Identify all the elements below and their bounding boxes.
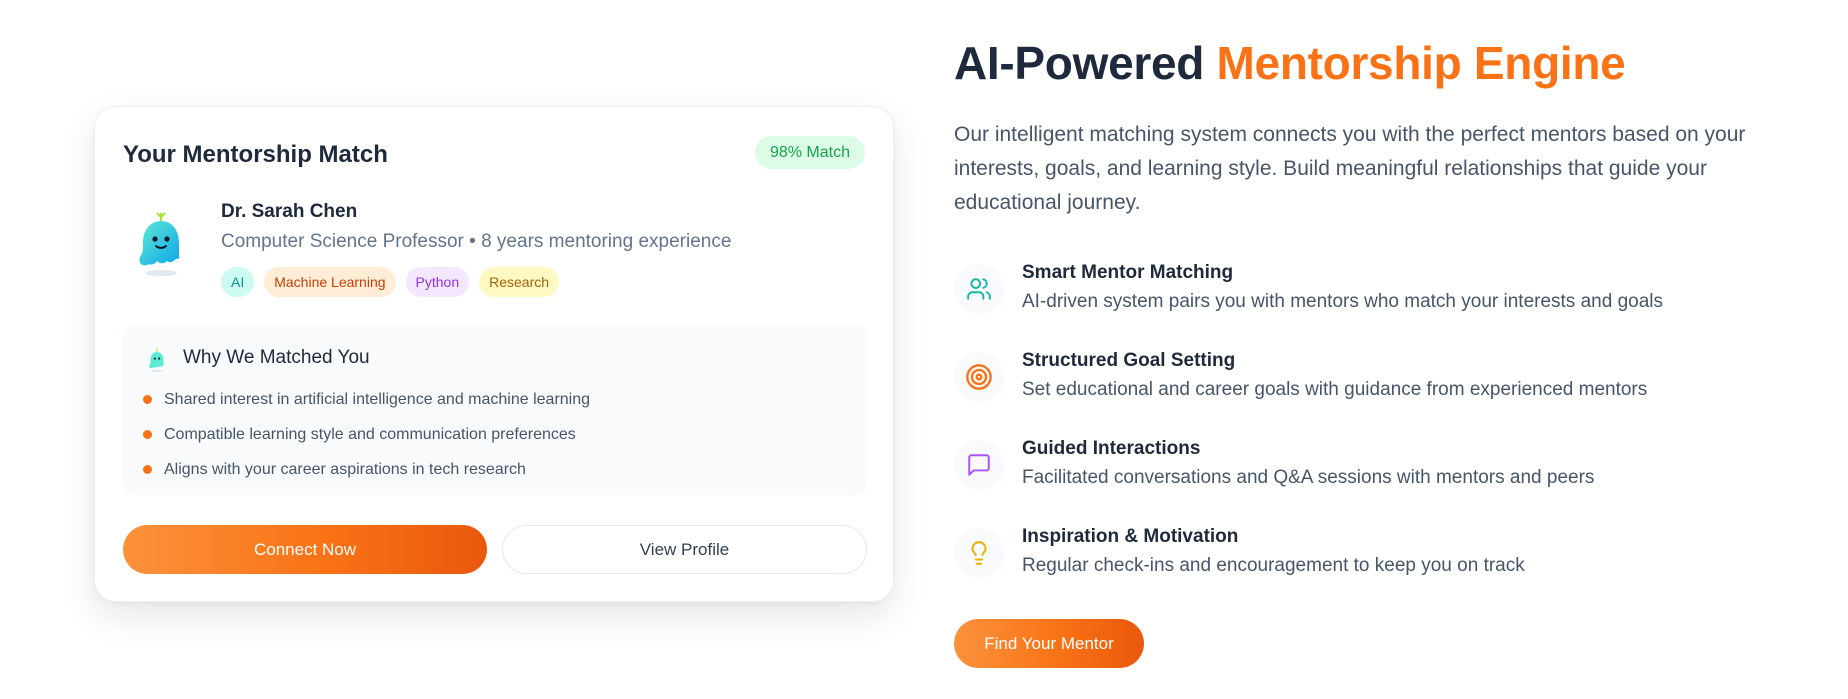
feature-description: Set educational and career goals with gu… xyxy=(1022,379,1648,400)
list-item: Compatible learning style and communicat… xyxy=(143,417,590,452)
title-accent: Mentorship Engine xyxy=(1216,37,1626,89)
page: Your Mentorship Match 98% Match Dr. Sara… xyxy=(0,0,1848,699)
feature-inspiration: Inspiration & Motivation Regular check-i… xyxy=(954,522,1774,610)
title-main: AI-Powered xyxy=(954,37,1217,89)
feature-title: Guided Interactions xyxy=(1022,438,1201,459)
bullet-dot xyxy=(143,395,152,404)
message-square-icon xyxy=(954,440,1004,490)
mentorship-match-card: Your Mentorship Match 98% Match Dr. Sara… xyxy=(94,106,894,602)
feature-smart-matching: Smart Mentor Matching AI-driven system p… xyxy=(954,258,1774,346)
match-reasons-list: Shared interest in artificial intelligen… xyxy=(143,382,590,487)
tag-python: Python xyxy=(405,267,470,297)
ghost-mascot-small-icon xyxy=(145,347,169,373)
reason-text: Compatible learning style and communicat… xyxy=(164,425,576,443)
feature-title: Inspiration & Motivation xyxy=(1022,526,1239,547)
view-profile-button[interactable]: View Profile xyxy=(502,525,867,574)
hero-description: Our intelligent matching system connects… xyxy=(954,123,1746,214)
mentor-name: Dr. Sarah Chen xyxy=(221,201,358,222)
lightbulb-icon xyxy=(954,528,1004,578)
tag-machine-learning: Machine Learning xyxy=(264,267,396,297)
why-matched-title: Why We Matched You xyxy=(183,347,370,368)
target-icon xyxy=(954,352,1004,402)
feature-description: Regular check-ins and encouragement to k… xyxy=(1022,555,1525,576)
tag-research: Research xyxy=(479,267,560,297)
bullet-dot xyxy=(143,465,152,474)
card-title: Your Mentorship Match xyxy=(123,141,388,168)
feature-description: AI-driven system pairs you with mentors … xyxy=(1022,291,1663,312)
ghost-mascot-icon xyxy=(131,207,191,279)
users-icon xyxy=(954,264,1004,314)
list-item: Shared interest in artificial intelligen… xyxy=(143,382,590,417)
list-item: Aligns with your career aspirations in t… xyxy=(143,452,590,487)
page-title: AI-Powered Mentorship Engine xyxy=(954,36,1626,90)
tag-ai: AI xyxy=(221,267,255,297)
find-your-mentor-button[interactable]: Find Your Mentor xyxy=(954,619,1144,668)
feature-guided-interactions: Guided Interactions Facilitated conversa… xyxy=(954,434,1774,522)
feature-description: Facilitated conversations and Q&A sessio… xyxy=(1022,467,1595,488)
interest-tags: AI Machine Learning Python Research xyxy=(221,267,560,297)
connect-now-button[interactable]: Connect Now xyxy=(123,525,487,574)
bullet-dot xyxy=(143,430,152,439)
feature-list: Smart Mentor Matching AI-driven system p… xyxy=(954,258,1774,610)
feature-title: Structured Goal Setting xyxy=(1022,350,1236,371)
match-score-badge: 98% Match xyxy=(754,136,865,169)
feature-title: Smart Mentor Matching xyxy=(1022,262,1234,283)
why-matched-panel: Why We Matched You Shared interest in ar… xyxy=(123,325,867,495)
feature-goal-setting: Structured Goal Setting Set educational … xyxy=(954,346,1774,434)
reason-text: Aligns with your career aspirations in t… xyxy=(164,460,526,478)
reason-text: Shared interest in artificial intelligen… xyxy=(164,390,591,408)
mentor-subtitle: Computer Science Professor • 8 years men… xyxy=(221,231,732,252)
